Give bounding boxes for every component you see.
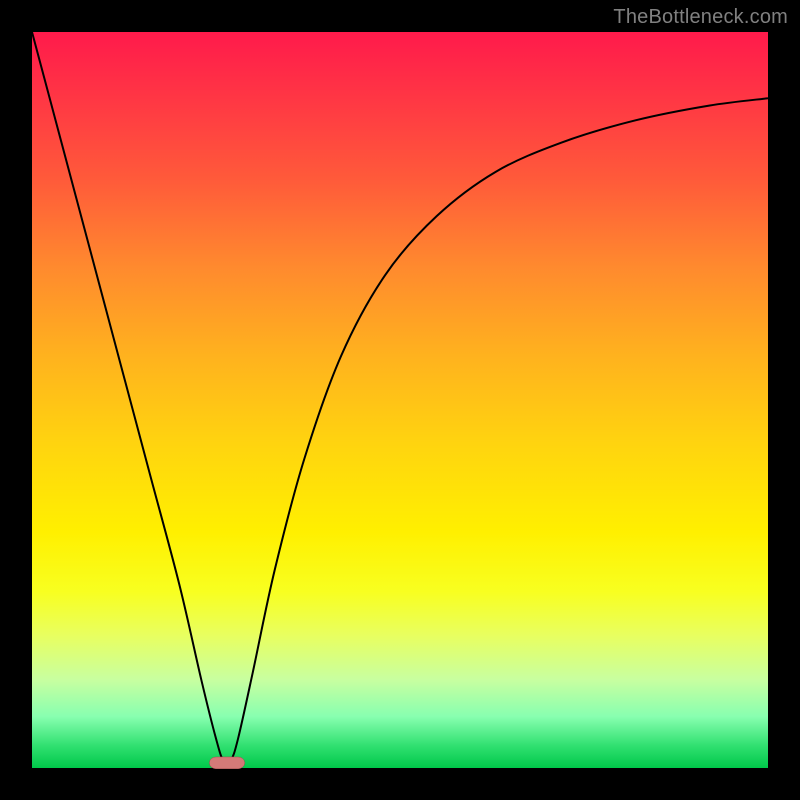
chart-svg <box>32 32 768 768</box>
watermark-text: TheBottleneck.com <box>613 6 788 29</box>
chart-frame: TheBottleneck.com <box>0 0 800 800</box>
optimal-marker <box>209 757 244 769</box>
bottleneck-curve <box>32 32 768 763</box>
plot-area <box>32 32 768 768</box>
